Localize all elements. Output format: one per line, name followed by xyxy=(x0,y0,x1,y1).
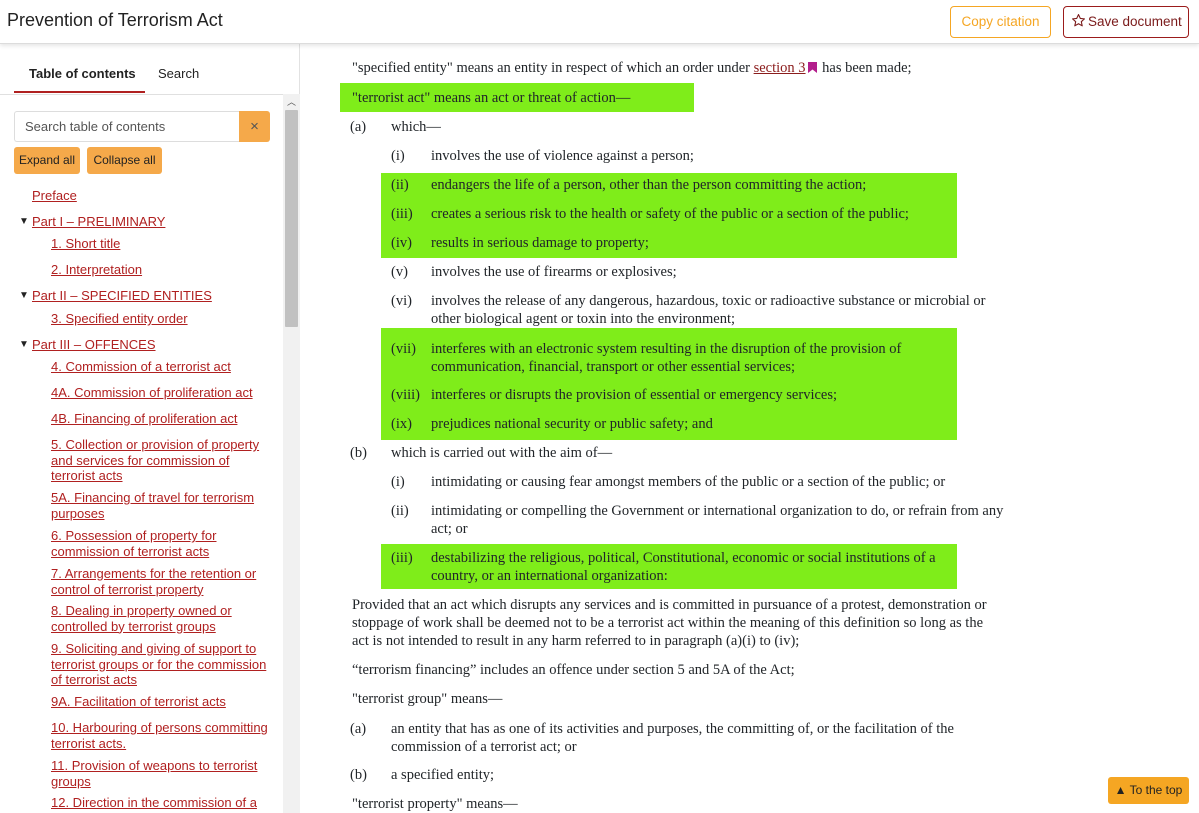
item-label: (ix) xyxy=(391,416,412,432)
item-text: interferes with an electronic system res… xyxy=(431,341,902,375)
toc-item-7[interactable]: 7. Arrangements for the retention or con… xyxy=(51,566,276,597)
item-label: (i) xyxy=(391,474,405,490)
toc-item-3[interactable]: 3. Specified entity order xyxy=(51,311,276,327)
toc-item-part-1[interactable]: Part I – PRELIMINARY xyxy=(32,214,165,230)
item-label: (vi) xyxy=(391,293,412,309)
item-label: (iii) xyxy=(391,206,413,222)
item-text: an entity that has as one of its activit… xyxy=(391,721,954,755)
item-text: prejudices national security or public s… xyxy=(431,416,713,432)
save-document-button[interactable]: Save document xyxy=(1063,6,1189,38)
definition-terrorist-group: "terrorist group" means— xyxy=(352,691,503,707)
toc-item-6[interactable]: 6. Possession of property for commission… xyxy=(51,528,276,559)
definition-specified-entity: "specified entity" means an entity in re… xyxy=(352,59,912,77)
item-label: (i) xyxy=(391,148,405,164)
proviso-text: Provided that an act which disrupts any … xyxy=(352,597,987,649)
section-3-link[interactable]: section 3 xyxy=(754,60,806,76)
toc-item-4[interactable]: 4. Commission of a terrorist act xyxy=(51,359,276,375)
toc-item-4a[interactable]: 4A. Commission of proliferation act xyxy=(51,385,276,401)
item-label: (ii) xyxy=(391,177,409,193)
item-text: involves the use of firearms or explosiv… xyxy=(431,264,677,280)
definition-terrorist-act: "terrorist act" means an act or threat o… xyxy=(352,90,631,106)
toc-item-9a[interactable]: 9A. Facilitation of terrorist acts xyxy=(51,694,276,710)
para-a-text: which— xyxy=(391,119,441,135)
para-label: (b) xyxy=(350,767,367,783)
item-label: (ii) xyxy=(391,503,409,519)
toc-item-preface[interactable]: Preface xyxy=(32,188,77,204)
definition-text: has been made; xyxy=(818,60,912,76)
tab-divider xyxy=(0,94,283,95)
toc-item-part-3[interactable]: Part III – OFFENCES xyxy=(32,337,156,353)
clipped-text-line: ....... .. ... ....... ....... xyxy=(352,44,461,49)
scrollbar-thumb[interactable] xyxy=(285,110,298,327)
scroll-up-icon[interactable]: ︿ xyxy=(283,96,300,108)
definition-terrorist-property: "terrorist property" means— xyxy=(352,796,518,812)
expand-all-button[interactable]: Expand all xyxy=(14,147,80,174)
triangle-down-icon[interactable]: ▼ xyxy=(19,288,29,304)
top-bar: Prevention of Terrorism Act Copy citatio… xyxy=(0,0,1199,44)
item-text: intimidating or compelling the Governmen… xyxy=(431,503,1004,537)
definition-terrorism-financing: “terrorism financing” includes an offenc… xyxy=(352,662,795,678)
collapse-all-button[interactable]: Collapse all xyxy=(87,147,162,174)
para-label: (a) xyxy=(350,721,367,737)
copy-citation-button[interactable]: Copy citation xyxy=(950,6,1051,38)
item-text: interferes or disrupts the provision of … xyxy=(431,387,838,403)
item-text: involves the release of any dangerous, h… xyxy=(431,293,986,327)
to-the-top-button[interactable]: ▲ To the top xyxy=(1108,777,1189,804)
item-label: (iii) xyxy=(391,550,413,566)
toc-item-12[interactable]: 12. Direction in the commission of a xyxy=(51,795,276,811)
clear-search-button[interactable]: × xyxy=(239,111,270,142)
item-text: intimidating or causing fear amongst mem… xyxy=(431,474,946,490)
tab-search[interactable]: Search xyxy=(158,66,199,81)
item-text: a specified entity; xyxy=(391,767,495,783)
tab-table-of-contents[interactable]: Table of contents xyxy=(29,66,136,81)
item-label: (v) xyxy=(391,264,408,280)
star-icon xyxy=(1072,14,1085,27)
triangle-down-icon[interactable]: ▼ xyxy=(19,214,29,230)
save-document-label: Save document xyxy=(1088,14,1182,29)
item-label: (vii) xyxy=(391,341,416,357)
item-label: (viii) xyxy=(391,387,420,403)
toc-item-5[interactable]: 5. Collection or provision of property a… xyxy=(51,437,276,484)
para-label: (a) xyxy=(350,119,367,135)
definition-text: "specified entity" means an entity in re… xyxy=(352,60,754,76)
toc-item-2[interactable]: 2. Interpretation xyxy=(51,262,276,278)
toc-item-10[interactable]: 10. Harbouring of persons committing ter… xyxy=(51,720,276,751)
para-b-text: which is carried out with the aim of— xyxy=(391,445,613,461)
toc-item-4b[interactable]: 4B. Financing of proliferation act xyxy=(51,411,276,427)
triangle-down-icon[interactable]: ▼ xyxy=(19,337,29,353)
toc-item-9[interactable]: 9. Soliciting and giving of support to t… xyxy=(51,641,276,688)
toc-item-1[interactable]: 1. Short title xyxy=(51,236,276,252)
active-tab-indicator xyxy=(14,91,145,93)
toc-item-11[interactable]: 11. Provision of weapons to terrorist gr… xyxy=(51,758,276,789)
toc-item-part-2[interactable]: Part II – SPECIFIED ENTITIES xyxy=(32,288,212,304)
document-content: ....... .. ... ....... ....... "specifie… xyxy=(300,44,1199,813)
item-text: creates a serious risk to the health or … xyxy=(431,206,909,222)
item-text: destabilizing the religious, political, … xyxy=(431,550,936,584)
toc-item-8[interactable]: 8. Dealing in property owned or controll… xyxy=(51,603,276,634)
bookmark-icon[interactable] xyxy=(807,62,817,73)
item-text: endangers the life of a person, other th… xyxy=(431,177,867,193)
toc-search-input[interactable]: Search table of contents xyxy=(14,111,240,142)
item-label: (iv) xyxy=(391,235,412,251)
sidebar-scrollbar[interactable]: ︿ xyxy=(283,94,300,813)
item-text: results in serious damage to property; xyxy=(431,235,649,251)
toc-item-5a[interactable]: 5A. Financing of travel for terrorism pu… xyxy=(51,490,276,521)
item-text: involves the use of violence against a p… xyxy=(431,148,694,164)
para-label: (b) xyxy=(350,445,367,461)
document-title: Prevention of Terrorism Act xyxy=(7,10,223,30)
sidebar: Table of contents Search Search table of… xyxy=(0,44,300,813)
